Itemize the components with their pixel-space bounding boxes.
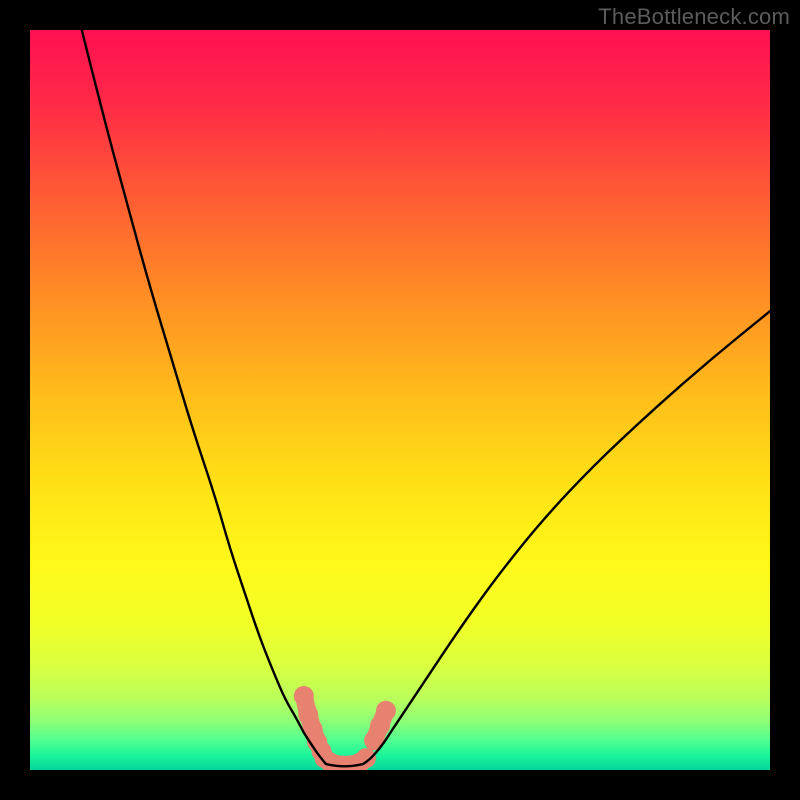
curve-layer xyxy=(30,30,770,770)
plot-area xyxy=(30,30,770,770)
chart-frame: TheBottleneck.com xyxy=(0,0,800,800)
marker-dot xyxy=(294,686,314,706)
bottleneck-curve xyxy=(82,30,770,766)
marker-dot xyxy=(376,701,396,721)
watermark-text: TheBottleneck.com xyxy=(598,4,790,30)
